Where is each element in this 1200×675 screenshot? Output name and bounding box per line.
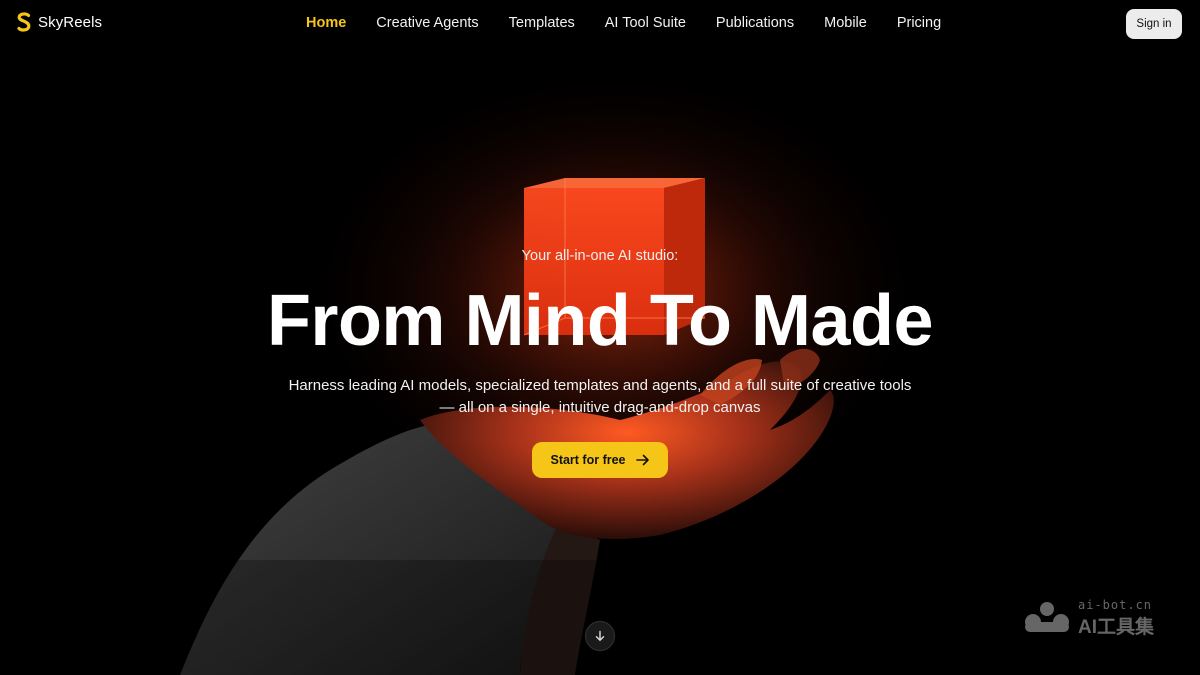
hero-eyebrow: Your all-in-one AI studio:	[521, 248, 679, 264]
sign-in-button[interactable]: Sign in	[1126, 9, 1182, 39]
watermark-title: AI工具集	[1078, 617, 1155, 638]
nav-item-creative-agents[interactable]: Creative Agents	[376, 15, 478, 31]
nav-item-mobile[interactable]: Mobile	[824, 15, 867, 31]
brand-logo[interactable]: SkyReels	[16, 12, 102, 32]
main-nav: Home Creative Agents Templates AI Tool S…	[306, 15, 971, 31]
nav-item-ai-tool-suite[interactable]: AI Tool Suite	[605, 15, 686, 31]
watermark: ai-bot.cn AI工具集	[1022, 596, 1182, 640]
arrow-down-icon	[595, 630, 605, 641]
skyreels-logo-icon	[17, 12, 31, 32]
watermark-domain: ai-bot.cn	[1078, 598, 1153, 612]
nav-item-publications[interactable]: Publications	[716, 15, 794, 31]
arrow-right-icon	[635, 454, 649, 466]
top-navbar: SkyReels Home Creative Agents Templates …	[0, 0, 1200, 48]
hero-headline: From Mind To Made	[266, 281, 934, 361]
brand-name: SkyReels	[38, 13, 103, 31]
start-for-free-button[interactable]: Start for free	[532, 442, 668, 478]
watermark-logo-icon	[1025, 602, 1069, 632]
hero-subline-line-1: Harness leading AI models, specialized t…	[288, 377, 912, 394]
hero-section: SkyReels Home Creative Agents Templates …	[0, 0, 1200, 675]
scroll-down-button[interactable]	[585, 621, 615, 651]
nav-item-pricing[interactable]: Pricing	[897, 15, 941, 31]
cta-label: Start for free	[550, 453, 626, 467]
nav-item-home[interactable]: Home	[306, 15, 346, 31]
hero-subline-line-2: — all on a single, intuitive drag-and-dr…	[439, 399, 761, 416]
nav-item-templates[interactable]: Templates	[509, 15, 575, 31]
hero-subline: Harness leading AI models, specialized t…	[0, 375, 1200, 419]
